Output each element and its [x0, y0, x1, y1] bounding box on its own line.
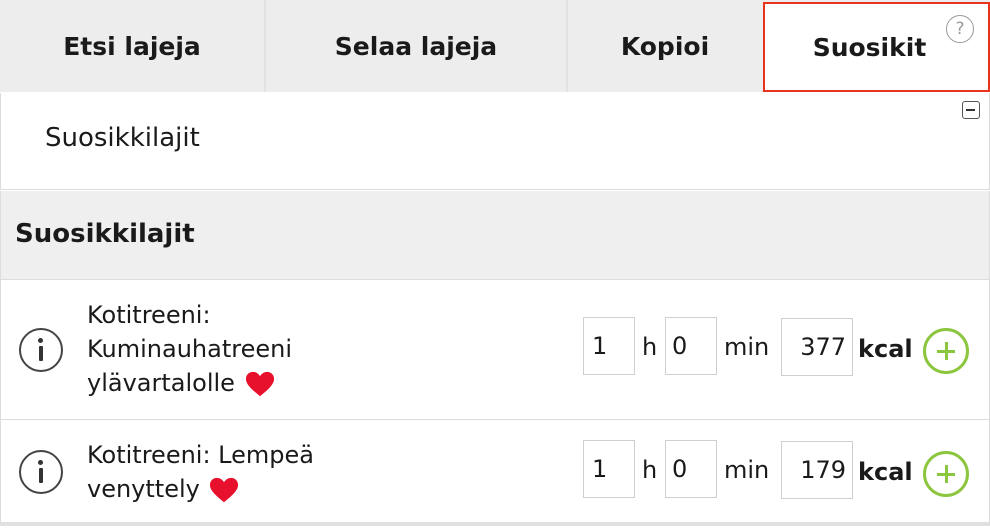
kcal-unit-label: kcal — [858, 458, 913, 486]
kcal-input[interactable]: 179 — [781, 441, 853, 499]
activity-name: Kotitreeni: Lempeä venyttely — [87, 438, 314, 506]
hours-unit-label: h — [642, 456, 658, 484]
hours-unit-label: h — [642, 333, 658, 361]
minutes-input[interactable]: 0 — [665, 317, 717, 375]
kcal-input[interactable]: 377 — [781, 318, 853, 376]
hours-input[interactable]: 1 — [583, 317, 635, 375]
panel-title: Suosikkilajit — [45, 123, 200, 153]
activity-name-line: Kotitreeni: — [87, 301, 211, 329]
collapse-icon[interactable] — [962, 101, 980, 119]
add-activity-button[interactable] — [923, 328, 969, 374]
tab-kopioi[interactable]: Kopioi — [568, 0, 762, 92]
section-header: Suosikkilajit — [0, 191, 990, 280]
minutes-unit-label: min — [724, 456, 770, 484]
hours-input[interactable]: 1 — [583, 440, 635, 498]
help-icon[interactable]: ? — [946, 15, 974, 43]
heart-icon[interactable] — [245, 370, 275, 398]
activity-name-line: Kotitreeni: Lempeä — [87, 441, 314, 469]
activity-name-line: Kuminauhatreeni — [87, 335, 293, 363]
info-icon[interactable] — [19, 450, 63, 494]
minutes-unit-label: min — [724, 333, 770, 361]
activity-name-line: ylävartalolle — [87, 369, 235, 397]
kcal-unit-label: kcal — [858, 335, 913, 363]
tab-selaa-lajeja[interactable]: Selaa lajeja — [266, 0, 566, 92]
section-title: Suosikkilajit — [15, 219, 195, 249]
activity-name: Kotitreeni: Kuminauhatreeni ylävartaloll… — [87, 298, 292, 400]
tab-bar: Etsi lajeja Selaa lajeja Kopioi Suosikit… — [0, 0, 990, 92]
minutes-input[interactable]: 0 — [665, 440, 717, 498]
tab-etsi-lajeja[interactable]: Etsi lajeja — [0, 0, 264, 92]
heart-icon[interactable] — [209, 476, 239, 504]
activity-row: Kotitreeni: Kuminauhatreeni ylävartaloll… — [0, 280, 990, 420]
info-icon[interactable] — [19, 328, 63, 372]
activity-row: Kotitreeni: Lempeä venyttely 1 h 0 min 1… — [0, 420, 990, 526]
activity-name-line: venyttely — [87, 475, 200, 503]
tab-suosikit-label: Suosikit — [812, 32, 927, 62]
favorites-panel-header: Suosikkilajit — [0, 93, 990, 190]
add-activity-button[interactable] — [923, 451, 969, 497]
